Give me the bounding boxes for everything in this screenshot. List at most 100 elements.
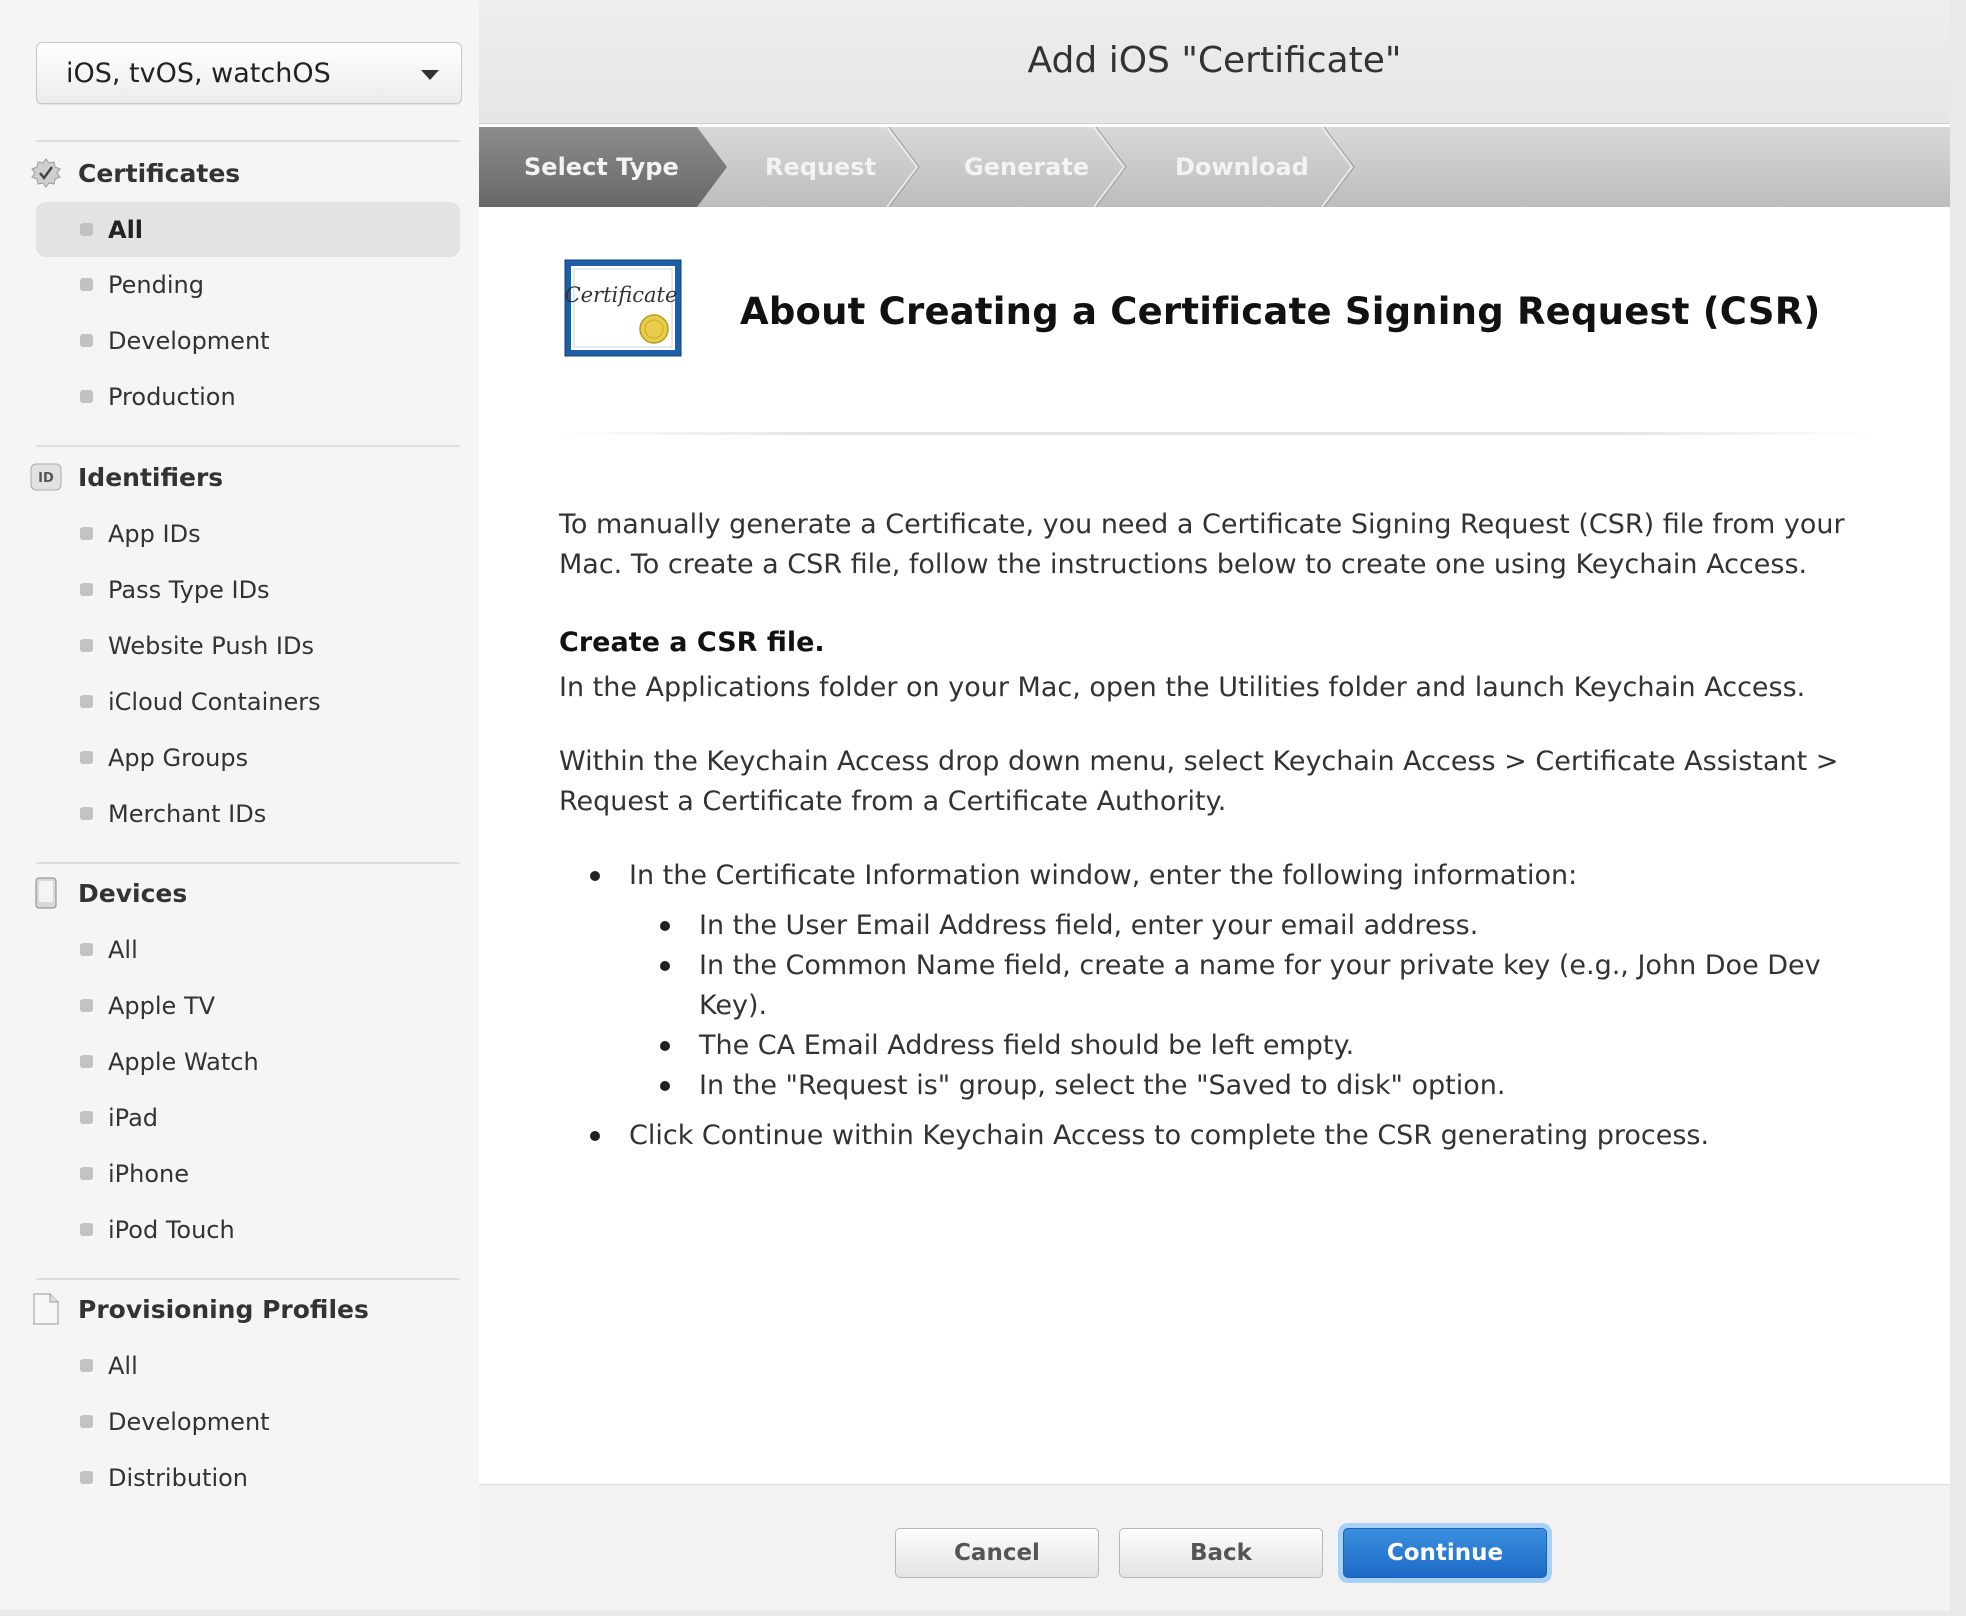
- bullet: [80, 1359, 93, 1372]
- step-select-type: Select Type: [524, 153, 679, 181]
- sidebar-item-app-groups[interactable]: App Groups: [36, 730, 460, 785]
- bullet: [80, 999, 93, 1012]
- sidebar-item-certificates-production[interactable]: Production: [36, 369, 460, 424]
- nav-label: iCloud Containers: [108, 687, 321, 716]
- sidebar-item-profiles-all[interactable]: All: [36, 1338, 460, 1393]
- bullet-dot: [660, 921, 670, 931]
- section-provisioning-profiles: Provisioning Profiles: [30, 1292, 369, 1326]
- list-item: In the Certificate Information window, e…: [559, 856, 1889, 896]
- platform-select[interactable]: iOS, tvOS, watchOS: [36, 42, 462, 104]
- nav-label: Development: [108, 326, 270, 355]
- list-item-text: Click Continue within Keychain Access to…: [629, 1120, 1710, 1151]
- bullet: [80, 334, 93, 347]
- bullet: [80, 1415, 93, 1428]
- list-item-text: In the "Request is" group, select the "S…: [699, 1070, 1506, 1101]
- bullet: [80, 639, 93, 652]
- nav-label: All: [108, 1351, 138, 1380]
- list-item: In the User Email Address field, enter y…: [559, 906, 1889, 946]
- sidebar-item-apple-watch[interactable]: Apple Watch: [36, 1034, 460, 1089]
- continue-button[interactable]: Continue: [1343, 1528, 1547, 1578]
- intro-line: To manually generate a Certificate, you …: [559, 509, 1845, 540]
- divider: [36, 1278, 460, 1280]
- menu-instructions: Within the Keychain Access drop down men…: [559, 742, 1889, 822]
- page-title: Add iOS "Certificate": [479, 0, 1950, 124]
- list-item-text: In the Certificate Information window, e…: [629, 860, 1578, 891]
- list-item-text: In the Common Name field, create a name …: [699, 946, 1821, 1026]
- sidebar-item-website-push-ids[interactable]: Website Push IDs: [36, 618, 460, 673]
- certificate-icon: Certificate: [564, 259, 682, 357]
- section-title: Provisioning Profiles: [78, 1294, 369, 1324]
- nav-label: iPad: [108, 1103, 159, 1132]
- sidebar-item-ipad[interactable]: iPad: [36, 1090, 460, 1145]
- sidebar-item-certificates-pending[interactable]: Pending: [36, 257, 460, 312]
- sidebar-item-profiles-development[interactable]: Development: [36, 1394, 460, 1449]
- menu-line: Within the Keychain Access drop down men…: [559, 746, 1839, 777]
- bullet: [80, 583, 93, 596]
- bullet-dot: [660, 1081, 670, 1091]
- step-download: Download: [1175, 153, 1309, 181]
- divider: [36, 445, 460, 447]
- bullet: [80, 695, 93, 708]
- back-button[interactable]: Back: [1119, 1528, 1323, 1578]
- sidebar-item-ipod-touch[interactable]: iPod Touch: [36, 1202, 460, 1257]
- sidebar-item-apple-tv[interactable]: Apple TV: [36, 978, 460, 1033]
- device-icon: [30, 877, 62, 909]
- section-heading: About Creating a Certificate Signing Req…: [740, 290, 1821, 333]
- bullet-dot: [660, 1041, 670, 1051]
- divider: [36, 862, 460, 864]
- bullet-dot: [590, 871, 600, 881]
- id-icon: ID: [30, 461, 62, 493]
- sidebar-item-icloud-containers[interactable]: iCloud Containers: [36, 674, 460, 729]
- bullet: [80, 278, 93, 291]
- cancel-button[interactable]: Cancel: [895, 1528, 1099, 1578]
- sidebar-item-app-ids[interactable]: App IDs: [36, 506, 460, 561]
- bullet: [80, 1471, 93, 1484]
- menu-line: Request a Certificate from a Certificate…: [559, 786, 1227, 817]
- certificate-badge-icon: [30, 157, 62, 189]
- section-certificates: Certificates: [30, 156, 240, 190]
- sidebar: iOS, tvOS, watchOS Certificates All Pend…: [0, 0, 480, 1610]
- step-generate: Generate: [964, 153, 1090, 181]
- bullet: [80, 1055, 93, 1068]
- intro-text: To manually generate a Certificate, you …: [559, 505, 1889, 585]
- sidebar-item-pass-type-ids[interactable]: Pass Type IDs: [36, 562, 460, 617]
- create-csr-heading: Create a CSR file.: [559, 627, 825, 658]
- footer-bar: Cancel Back Continue: [479, 1484, 1950, 1611]
- nav-label: Production: [108, 382, 236, 411]
- list-item-text: The CA Email Address field should be lef…: [699, 1030, 1355, 1061]
- sidebar-item-certificates-all[interactable]: All: [36, 202, 460, 257]
- sidebar-item-iphone[interactable]: iPhone: [36, 1146, 460, 1201]
- svg-text:ID: ID: [38, 471, 54, 486]
- sidebar-item-certificates-development[interactable]: Development: [36, 313, 460, 368]
- list-item: Click Continue within Keychain Access to…: [559, 1116, 1889, 1156]
- nav-label: Merchant IDs: [108, 799, 267, 828]
- bullet: [80, 223, 93, 236]
- divider: [554, 432, 1874, 435]
- section-title: Identifiers: [78, 462, 224, 492]
- list-item-text: In the User Email Address field, enter y…: [699, 910, 1479, 941]
- bullet: [80, 1167, 93, 1180]
- nav-label: Website Push IDs: [108, 631, 314, 660]
- bullet-dot: [590, 1131, 600, 1141]
- sidebar-item-merchant-ids[interactable]: Merchant IDs: [36, 786, 460, 841]
- platform-select-value: iOS, tvOS, watchOS: [66, 57, 331, 89]
- section-title: Devices: [78, 878, 188, 908]
- create-csr-text: In the Applications folder on your Mac, …: [559, 672, 1806, 703]
- sidebar-item-devices-all[interactable]: All: [36, 922, 460, 977]
- list-item: In the Common Name field, create a name …: [559, 946, 1889, 1026]
- caret-down-icon: [421, 70, 439, 80]
- nav-label: Apple Watch: [108, 1047, 259, 1076]
- step-request: Request: [765, 153, 877, 181]
- sidebar-item-profiles-distribution[interactable]: Distribution: [36, 1450, 460, 1505]
- document-icon: [30, 1293, 62, 1325]
- bullet: [80, 1111, 93, 1124]
- bullet: [80, 751, 93, 764]
- nav-label: Apple TV: [108, 991, 216, 1020]
- list-item-line: In the Common Name field, create a name …: [699, 950, 1821, 981]
- nav-label: Development: [108, 1407, 270, 1436]
- bullet: [80, 1223, 93, 1236]
- bullet-dot: [660, 961, 670, 971]
- nav-label: All: [108, 215, 144, 244]
- section-devices: Devices: [30, 876, 187, 910]
- nav-label: App IDs: [108, 519, 201, 548]
